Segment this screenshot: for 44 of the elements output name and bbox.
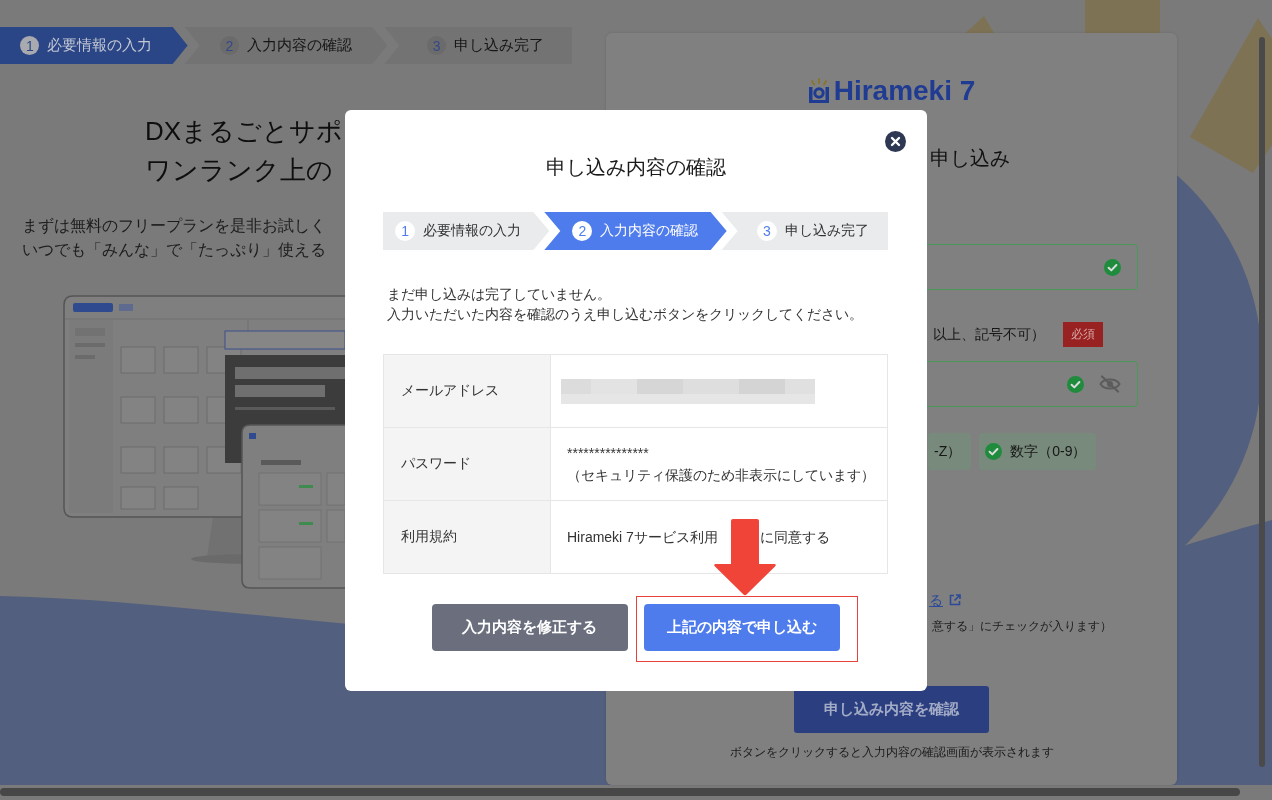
intro-text: まずは無料のフリープランを是非お試しく <box>22 216 326 236</box>
check-icon <box>1104 258 1121 276</box>
step-number: 3 <box>756 221 777 241</box>
notice-text: 入力いただいた内容を確認のうえ申し込むボタンをクリックしてください。 <box>387 305 863 324</box>
step-label: 入力内容の確認 <box>247 36 352 55</box>
close-icon[interactable] <box>885 131 906 152</box>
intro-text: いつでも「みんな」で「たっぷり」使える <box>22 240 326 260</box>
notice-text: まだ申し込みは完了していません。 <box>387 285 611 304</box>
rule-text: 数字（0-9） <box>1010 442 1087 461</box>
cell-text: *************** <box>567 443 649 463</box>
scrollbar-thumb[interactable] <box>0 788 1240 796</box>
cell-text: に同意する <box>759 527 830 547</box>
logo-icon <box>807 78 830 104</box>
heading-text: ワンランク上の <box>145 154 333 187</box>
required-badge: 必須 <box>1063 322 1103 347</box>
terms-note: 意する」にチェックが入ります） <box>932 618 1112 634</box>
confirm-button[interactable]: 申し込み内容を確認 <box>794 686 989 733</box>
step-number: 1 <box>395 221 416 241</box>
submit-button[interactable]: 上記の内容で申し込む <box>643 604 840 651</box>
step-label: 必要情報の入力 <box>47 36 153 55</box>
step-number: 2 <box>572 221 593 241</box>
rule-text: -Z） <box>934 442 962 461</box>
scrollbar-thumb[interactable] <box>1259 37 1265 767</box>
step-label: 申し込み完了 <box>784 222 869 240</box>
dialog-title: 申し込み内容の確認 <box>544 155 727 179</box>
table-header-cell: 利用規約 <box>384 501 551 574</box>
heading-text: DXまるごとサポ <box>145 115 344 148</box>
panel-heading: 申し込み <box>930 146 1010 171</box>
logo-text: Hirameki 7 <box>833 76 976 106</box>
step-label: 入力内容の確認 <box>600 222 699 240</box>
step-number: 1 <box>20 36 40 55</box>
table-header-cell: パスワード <box>384 428 551 501</box>
step-label: 必要情報の入力 <box>423 222 522 240</box>
edit-button[interactable]: 入力内容を修正する <box>431 604 628 651</box>
external-link-icon[interactable] <box>949 594 961 606</box>
cell-text: （セキュリティ保護のため非表示にしています） <box>567 465 875 485</box>
check-icon <box>1067 375 1084 393</box>
table-header-cell: メールアドレス <box>384 355 551 428</box>
field-label: 以上、記号不可） <box>933 325 1045 344</box>
eye-slash-icon[interactable] <box>1099 375 1121 393</box>
step-label: 申し込み完了 <box>454 36 545 55</box>
cell-text: Hirameki 7サービス利用 <box>567 527 718 547</box>
check-icon <box>985 443 1003 460</box>
button-note: ボタンをクリックすると入力内容の確認画面が表示されます <box>729 745 1054 760</box>
